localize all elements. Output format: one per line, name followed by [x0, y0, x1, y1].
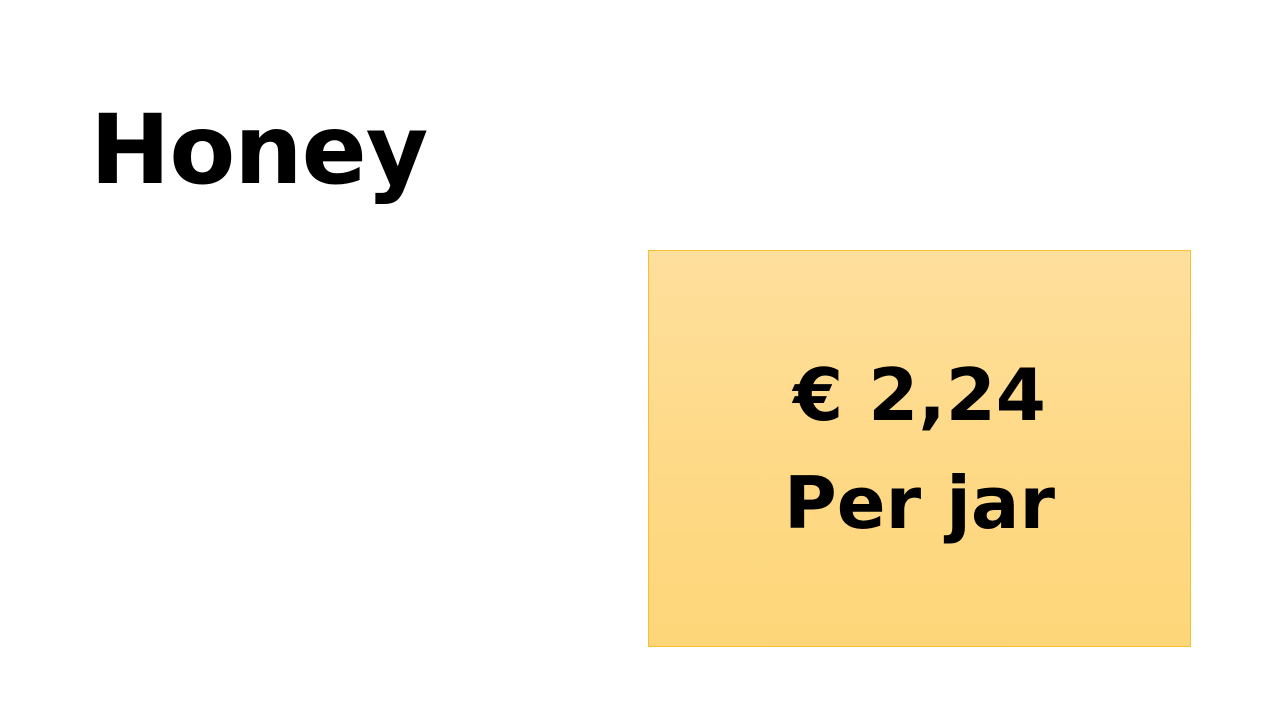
price-box: € 2,24 Per jar	[648, 250, 1191, 647]
price-unit: Per jar	[784, 460, 1055, 545]
product-title: Honey	[90, 94, 428, 206]
slide: Honey € 2,24 Per jar	[0, 0, 1280, 720]
price-amount: € 2,24	[793, 352, 1046, 437]
